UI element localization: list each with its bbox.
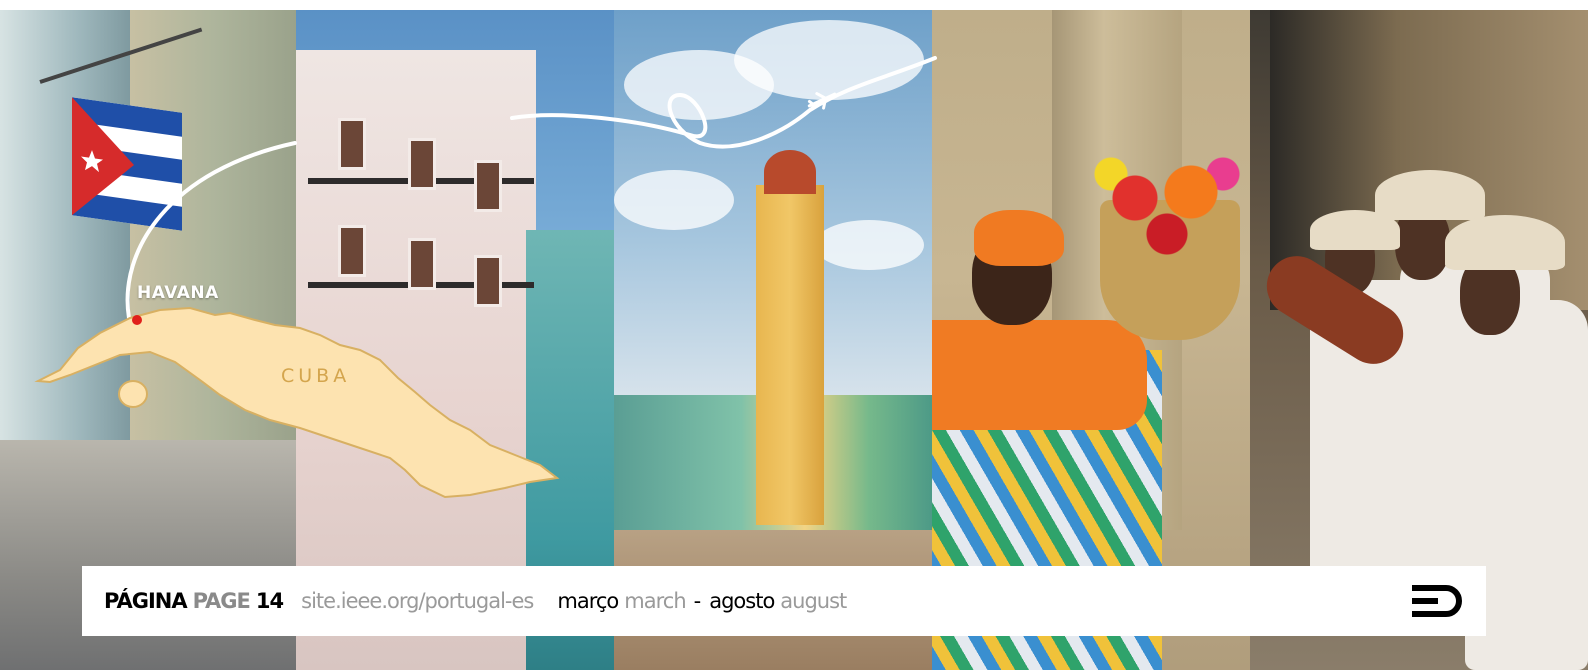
bell-tower <box>756 185 824 525</box>
tower-dome <box>764 150 816 194</box>
period-separator: - <box>693 589 702 613</box>
cloud <box>614 170 734 230</box>
period-end-en: august <box>780 589 847 613</box>
cloud <box>814 220 924 270</box>
straw-hat <box>1375 170 1485 220</box>
page-number: 14 <box>255 589 284 613</box>
footer-bar: PÁGINA PAGE 14 site.ieee.org/portugal-es… <box>82 566 1486 636</box>
orange-blouse <box>932 320 1147 430</box>
straw-hat <box>1445 215 1565 270</box>
orange-headwrap <box>974 210 1064 266</box>
magazine-logo-icon <box>1412 585 1462 617</box>
period-end-pt: agosto <box>709 589 775 613</box>
cuban-flag-icon <box>72 97 182 231</box>
site-link[interactable]: site.ieee.org/portugal-es <box>301 589 534 613</box>
period-start-en: march <box>624 589 686 613</box>
flowers <box>1087 150 1247 270</box>
page-label-pt: PÁGINA <box>104 589 188 613</box>
window <box>338 225 366 277</box>
window <box>338 118 366 170</box>
window <box>474 255 502 307</box>
page-label-en: PAGE <box>192 589 251 613</box>
window <box>474 160 502 212</box>
window <box>408 138 436 190</box>
building-wall <box>0 10 130 510</box>
window <box>408 238 436 290</box>
period-start-pt: março <box>557 589 619 613</box>
cloud <box>734 20 924 100</box>
